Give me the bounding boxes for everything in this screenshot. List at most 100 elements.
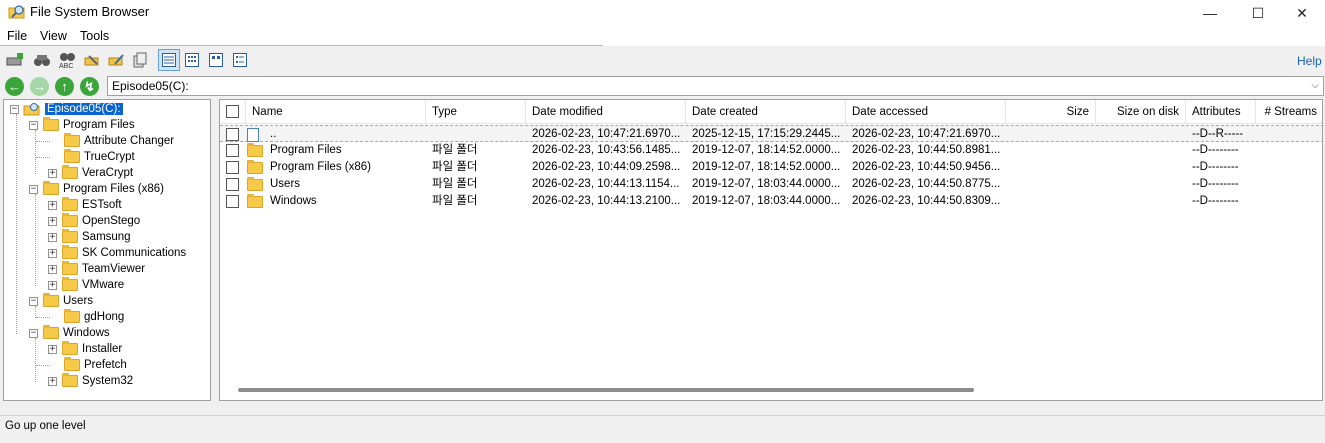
grid-view-button[interactable] (181, 49, 203, 71)
edit-icon (108, 54, 124, 66)
cell-name: .. (270, 128, 277, 140)
horizontal-scrollbar[interactable] (238, 388, 974, 392)
expand-icon[interactable]: + (48, 264, 57, 274)
row-checkbox[interactable] (226, 128, 239, 141)
tree-guide-line (35, 194, 36, 286)
column-type[interactable]: Type (426, 100, 526, 124)
row-checkbox[interactable] (226, 144, 239, 157)
collapse-icon[interactable]: − (29, 328, 38, 338)
column-size-on-disk[interactable]: Size on disk (1096, 100, 1186, 124)
table-row[interactable]: Program Files 파일 폴더 2026-02-23, 10:43:56… (220, 142, 1322, 159)
select-all-column[interactable] (220, 100, 246, 124)
expand-icon[interactable]: + (48, 248, 57, 258)
tree-node-root[interactable]: − Episode05(C): (10, 101, 124, 117)
cell-name: Users (270, 178, 301, 190)
expand-icon[interactable]: + (48, 280, 57, 290)
folder-icon (64, 149, 80, 163)
expand-icon[interactable]: + (48, 200, 57, 210)
tree-node-sk-communications[interactable]: + SK Communications (48, 245, 186, 261)
column-size[interactable]: Size (1006, 100, 1096, 124)
column-name[interactable]: Name (246, 100, 426, 124)
tree-node-openstego[interactable]: + OpenStego (48, 213, 140, 229)
column-attributes[interactable]: Attributes (1186, 100, 1256, 124)
list-view-button[interactable] (229, 49, 251, 71)
tree-label: TeamViewer (82, 263, 146, 275)
root-button[interactable]: ↯ (80, 77, 99, 96)
edit-button[interactable] (105, 49, 127, 71)
up-arrow-icon: ↑ (61, 79, 68, 94)
large-icons-view-button[interactable] (205, 49, 227, 71)
column-date-created[interactable]: Date created (686, 100, 846, 124)
forward-button[interactable]: → (30, 77, 49, 96)
folder-icon (62, 197, 78, 211)
column-streams[interactable]: # Streams (1256, 100, 1322, 124)
tree-guide-line (35, 130, 36, 174)
row-checkbox[interactable] (226, 178, 239, 191)
collapse-icon[interactable]: − (29, 120, 38, 130)
tree-node-estsoft[interactable]: + ESTsoft (48, 197, 122, 213)
tree-node-teamviewer[interactable]: + TeamViewer (48, 261, 145, 277)
menu-tools[interactable]: Tools (80, 29, 109, 43)
tree-node-program-files-x86[interactable]: − Program Files (x86) (29, 181, 164, 197)
folder-tree[interactable]: − Episode05(C): − Program Files Attribut… (3, 99, 211, 401)
table-row[interactable]: Users 파일 폴더 2026-02-23, 10:44:13.1154...… (220, 176, 1322, 193)
tree-node-vmware[interactable]: + VMware (48, 277, 124, 293)
menu-file[interactable]: File (7, 29, 27, 43)
folder-icon (62, 341, 78, 355)
back-button[interactable]: ← (5, 77, 24, 96)
details-view-button[interactable] (158, 49, 180, 71)
tree-node-installer[interactable]: + Installer (48, 341, 122, 357)
tree-label: ESTsoft (82, 199, 122, 211)
row-checkbox[interactable] (226, 195, 239, 208)
tree-label: Users (63, 295, 94, 307)
tools-button[interactable] (81, 49, 103, 71)
folder-icon (62, 277, 78, 291)
tree-label: VMware (82, 279, 125, 291)
expand-icon[interactable]: + (48, 168, 57, 178)
tree-node-attribute-changer[interactable]: Attribute Changer (36, 133, 174, 149)
table-row[interactable]: Windows 파일 폴더 2026-02-23, 10:44:13.2100.… (220, 193, 1322, 210)
expand-icon[interactable]: + (48, 232, 57, 242)
address-input[interactable]: Episode05(C): ⌵ (107, 76, 1324, 96)
minimize-button[interactable]: — (1187, 0, 1233, 26)
expand-icon[interactable]: + (48, 216, 57, 226)
select-all-checkbox[interactable] (226, 105, 239, 118)
tree-node-gdhong[interactable]: gdHong (36, 309, 124, 325)
tree-node-veracrypt[interactable]: + VeraCrypt (48, 165, 133, 181)
root-arrow-icon: ↯ (84, 78, 95, 94)
close-button[interactable]: ✕ (1279, 0, 1325, 26)
up-button[interactable]: ↑ (55, 77, 74, 96)
collapse-icon[interactable]: − (29, 296, 38, 306)
cell-type: 파일 폴더 (432, 178, 478, 190)
find-text-button[interactable]: ABC (56, 49, 78, 71)
tree-node-system32[interactable]: + System32 (48, 373, 133, 389)
copy-button[interactable] (129, 49, 151, 71)
tree-node-users[interactable]: − Users (29, 293, 93, 309)
tree-node-samsung[interactable]: + Samsung (48, 229, 131, 245)
add-drive-button[interactable] (4, 49, 26, 71)
tree-node-windows[interactable]: − Windows (29, 325, 110, 341)
help-link[interactable]: Help (1297, 54, 1322, 68)
table-row[interactable]: .. 2026-02-23, 10:47:21.6970... 2025-12-… (220, 125, 1322, 142)
cell-name: Program Files (270, 144, 342, 156)
column-date-accessed[interactable]: Date accessed (846, 100, 1006, 124)
tree-node-program-files[interactable]: − Program Files (29, 117, 135, 133)
maximize-button[interactable]: ☐ (1235, 0, 1281, 26)
back-arrow-icon: ← (8, 79, 21, 94)
tree-node-truecrypt[interactable]: TrueCrypt (36, 149, 135, 165)
table-row[interactable]: Program Files (x86) 파일 폴더 2026-02-23, 10… (220, 159, 1322, 176)
collapse-icon[interactable]: − (10, 104, 19, 114)
folder-icon (62, 165, 78, 179)
row-checkbox[interactable] (226, 161, 239, 174)
find-button[interactable] (31, 49, 53, 71)
file-list[interactable]: Name Type Date modified Date created Dat… (219, 99, 1323, 401)
expand-icon[interactable]: + (48, 376, 57, 386)
chevron-down-icon[interactable]: ⌵ (1311, 80, 1319, 91)
tree-node-prefetch[interactable]: Prefetch (36, 357, 127, 373)
tree-label: OpenStego (82, 215, 141, 227)
menu-view[interactable]: View (40, 29, 67, 43)
forward-arrow-icon: → (33, 79, 46, 94)
collapse-icon[interactable]: − (29, 184, 38, 194)
expand-icon[interactable]: + (48, 344, 57, 354)
column-date-modified[interactable]: Date modified (526, 100, 686, 124)
